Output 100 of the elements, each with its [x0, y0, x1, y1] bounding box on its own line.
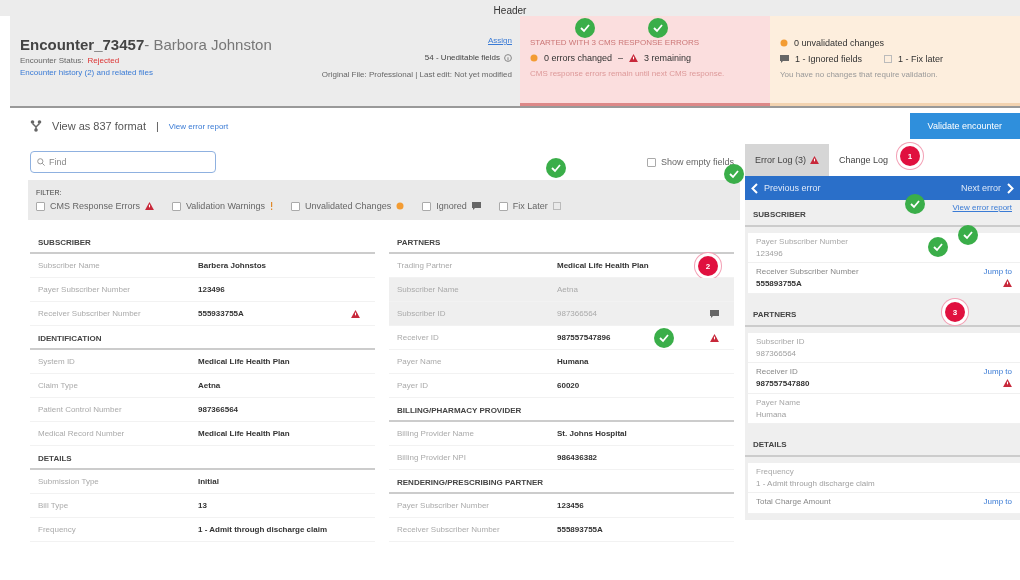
checkbox[interactable]	[646, 157, 656, 167]
field-value: St. Johns Hospital	[557, 429, 627, 438]
field-label: Claim Type	[38, 381, 79, 390]
square-icon	[884, 55, 893, 63]
check-marker-icon	[905, 194, 925, 214]
field-label: Billing Provider NPI	[397, 453, 467, 462]
field-value: 555933755A	[198, 309, 244, 318]
checkbox[interactable]	[172, 201, 182, 211]
field-value: Barbera Johnstos	[198, 261, 267, 270]
field-value: Medical Life Health Plan	[198, 357, 290, 366]
field-value: Medical Life Health Plan	[198, 429, 290, 438]
assign-link[interactable]: Assign	[488, 36, 512, 45]
check-marker-icon	[928, 237, 948, 257]
field-label: Billing Provider Name	[397, 429, 475, 438]
field-label: Receiver Subscriber Number	[397, 525, 501, 534]
field-value: 555893755A	[557, 525, 603, 534]
field-label: Total Charge Amount	[756, 497, 832, 506]
step-marker: 3	[945, 302, 965, 322]
jump-to-link[interactable]: Jump to	[983, 267, 1012, 276]
field-value: Aetna	[557, 285, 578, 294]
next-error-button[interactable]: Next error	[961, 182, 1014, 194]
field-label: Frequency	[756, 467, 795, 476]
show-empty-fields-label: Show empty fields	[660, 157, 734, 167]
section-title: PARTNERS	[753, 310, 797, 319]
history-link[interactable]: Encounter history (2) and related files	[20, 68, 153, 77]
comment-icon	[471, 202, 481, 210]
field-value: 555893755A	[756, 279, 803, 289]
check-marker-icon	[546, 158, 566, 178]
checkbox[interactable]	[291, 201, 301, 211]
field-label: Subscriber ID	[756, 337, 806, 346]
error-report-link[interactable]: View error report	[952, 203, 1012, 212]
header-title: Header	[493, 4, 527, 16]
field-value: Aetna	[198, 381, 221, 390]
field-value: 987557547880	[756, 379, 811, 389]
field-value: 987557547896	[557, 333, 611, 342]
warning-icon	[145, 202, 155, 210]
field-value: 1 - Admit through discharge claim	[756, 479, 876, 488]
field-label: Subscriber Name	[38, 261, 101, 270]
changes-panel-note: You have no changes that require validation.	[780, 70, 939, 79]
view-format-link[interactable]: View as 837 format	[52, 120, 146, 132]
field-value: Humana	[756, 410, 788, 419]
separator: –	[618, 53, 624, 63]
exclamation-icon	[270, 202, 274, 210]
field-value: 987366564	[756, 349, 798, 358]
field-label: Receiver Subscriber Number	[756, 267, 860, 276]
checkbox[interactable]	[36, 201, 45, 211]
field-label: Patient Control Number	[38, 405, 123, 414]
field-label: Payer Subscriber Number	[38, 285, 132, 294]
square-icon	[552, 202, 561, 210]
info-icon	[504, 53, 512, 62]
warning-icon	[710, 333, 719, 342]
section-title: SUBSCRIBER	[753, 210, 806, 219]
validate-encounter-button[interactable]: Validate encounter	[909, 113, 1020, 139]
field-value: Medical Life Health Plan	[557, 261, 649, 270]
errors-changed: 0 errors changed	[544, 53, 613, 63]
jump-to-link[interactable]: Jump to	[983, 367, 1012, 376]
field-label: Receiver Subscriber Number	[38, 309, 142, 318]
check-marker-icon	[724, 164, 744, 184]
field-label: Payer Name	[397, 357, 443, 366]
step-marker: 2	[698, 256, 718, 276]
filter-label: CMS Response Errors	[50, 201, 141, 211]
tab[interactable]: Error Log (3)	[745, 144, 830, 176]
previous-error-button[interactable]: Previous error	[751, 182, 821, 194]
chevron-left-icon	[751, 182, 758, 194]
error-report-link[interactable]: View error report	[168, 121, 229, 131]
field-value: 1 - Admit through discharge claim	[198, 525, 328, 534]
dot-icon	[396, 202, 405, 210]
checkbox[interactable]	[498, 201, 508, 211]
dot-icon	[530, 54, 538, 62]
checkbox[interactable]	[422, 201, 432, 211]
filter-label: Validation Warnings	[186, 201, 266, 211]
search-field[interactable]: Find	[30, 151, 216, 173]
field-value: 13	[198, 501, 207, 510]
warning-icon	[629, 54, 639, 62]
fix-later-count: 1 - Fix later	[898, 54, 944, 64]
filter-label: Fix Later	[512, 201, 548, 211]
file-info: Original File: Professional | Last edit: Not yet modified	[321, 70, 512, 79]
field-value: Humana	[557, 357, 589, 366]
field-label: Trading Partner	[397, 261, 454, 270]
dot-icon	[780, 39, 788, 47]
uneditable-fields-count: 54 - Uneditable fields	[424, 53, 500, 62]
jump-to-link[interactable]: Jump to	[983, 497, 1012, 506]
field-label: Payer Name	[756, 398, 802, 407]
warning-icon	[1003, 379, 1012, 387]
field-label: Payer Subscriber Number	[397, 501, 491, 510]
field-value: 986436382	[557, 453, 598, 462]
cms-panel-title: STARTED WITH 3 CMS RESPONSE ERRORS	[530, 38, 701, 47]
check-marker-icon	[648, 18, 668, 38]
field-label: Medical Record Number	[38, 429, 126, 438]
field-label: Submission Type	[38, 477, 100, 486]
field-value: 123496	[198, 285, 225, 294]
encounter-status: Encounter Status: Rejected	[20, 56, 120, 65]
warning-icon	[810, 156, 820, 164]
field-value: 123456	[557, 501, 584, 510]
field-value: 123496	[756, 249, 784, 258]
comment-icon	[710, 309, 719, 318]
field-value: 60020	[557, 381, 580, 390]
field-label: Frequency	[38, 525, 77, 534]
step-marker: 1	[900, 146, 921, 166]
ignored-fields: 1 - Ignored fields	[795, 54, 863, 64]
